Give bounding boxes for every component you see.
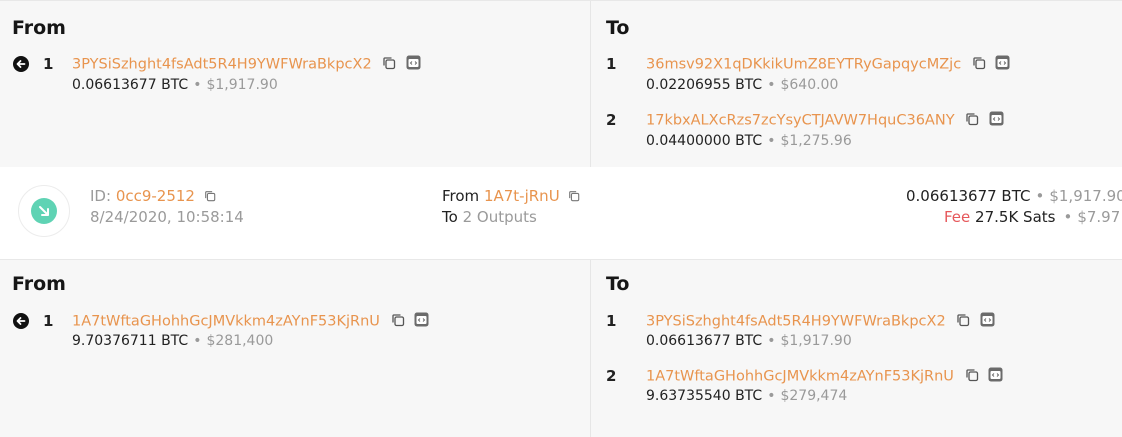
- copy-icon[interactable]: [965, 112, 979, 130]
- from-title: From: [12, 17, 66, 39]
- code-icon[interactable]: [414, 312, 429, 331]
- copy-icon[interactable]: [965, 368, 979, 386]
- tx-to-line: To 2 Outputs: [442, 208, 537, 226]
- input-unit: BTC: [161, 77, 189, 93]
- tx-summary-row[interactable]: ID: 0cc9-2512 8/24/2020, 10:58:14 From 1…: [0, 167, 1122, 260]
- output-address-link[interactable]: 1A7tWftaGHohhGcJMVkkm4zAYnF53KjRnU: [646, 367, 1003, 386]
- tx-direction-badge: [18, 185, 70, 237]
- input-amount-line: 0.06613677 BTC • $1,917.90: [72, 77, 278, 93]
- output-address-link[interactable]: 36msv92X1qDKkikUmZ8EYTRyGapqycMZjc: [646, 55, 1010, 74]
- input-usd: $281,400: [206, 333, 274, 349]
- tx-date: 8/24/2020, 10:58:14: [90, 208, 244, 226]
- input-address[interactable]: 3PYSiSzhght4fsAdt5R4H9YWFWraBkpcX2: [72, 57, 372, 73]
- arrow-left-icon: [13, 313, 29, 329]
- copy-icon[interactable]: [391, 313, 405, 331]
- output-usd: $279,474: [780, 388, 848, 404]
- input-amount-line: 9.70376711 BTC • $281,400: [72, 333, 274, 349]
- output-usd: $1,275.96: [780, 133, 852, 149]
- input-unit: BTC: [161, 333, 189, 349]
- copy-icon[interactable]: [956, 313, 970, 331]
- output-index: 2: [606, 111, 617, 129]
- copy-icon[interactable]: [204, 188, 216, 206]
- input-amount: 9.70376711: [72, 333, 157, 349]
- input-amount: 0.06613677: [72, 77, 157, 93]
- code-icon[interactable]: [980, 312, 995, 331]
- output-address[interactable]: 17kbxALXcRzs7zcYsyCTJAVW7HquC36ANY: [646, 113, 955, 129]
- tx-amount: 0.06613677 BTC: [906, 187, 1031, 205]
- output-index: 2: [606, 367, 617, 385]
- output-address-link[interactable]: 17kbxALXcRzs7zcYsyCTJAVW7HquC36ANY: [646, 111, 1004, 130]
- output-amount: 0.04400000: [646, 133, 731, 149]
- output-address[interactable]: 36msv92X1qDKkikUmZ8EYTRyGapqycMZjc: [646, 57, 961, 73]
- input-index: 1: [43, 55, 54, 73]
- tx2-io-panel: From To 1 1A7tWftaGHohhGcJMVkkm4zAYnF53K…: [0, 260, 1122, 437]
- input-address-link[interactable]: 3PYSiSzhght4fsAdt5R4H9YWFWraBkpcX2: [72, 55, 421, 74]
- output-unit: BTC: [735, 77, 763, 93]
- output-amount-line: 9.63735540 BTC • $279,474: [646, 388, 848, 404]
- output-unit: BTC: [735, 333, 763, 349]
- arrow-left-icon: [13, 56, 29, 72]
- tx-to-label: To: [442, 208, 458, 226]
- tx-fee-usd: $7.97: [1077, 208, 1121, 226]
- output-amount-line: 0.04400000 BTC • $1,275.96: [646, 133, 852, 149]
- tx-id-line: ID: 0cc9-2512: [90, 187, 216, 206]
- output-amount-line: 0.06613677 BTC • $1,917.90: [646, 333, 852, 349]
- to-title: To: [606, 273, 630, 295]
- tx-amount-usd: $1,917.90: [1049, 187, 1122, 205]
- input-address[interactable]: 1A7tWftaGHohhGcJMVkkm4zAYnF53KjRnU: [72, 314, 380, 330]
- output-amount: 0.06613677: [646, 333, 731, 349]
- tx-from-label: From: [442, 187, 480, 205]
- output-amount: 0.02206955: [646, 77, 731, 93]
- output-address[interactable]: 3PYSiSzhght4fsAdt5R4H9YWFWraBkpcX2: [646, 314, 946, 330]
- code-icon[interactable]: [995, 55, 1010, 74]
- column-divider: [590, 260, 591, 437]
- output-address[interactable]: 1A7tWftaGHohhGcJMVkkm4zAYnF53KjRnU: [646, 369, 954, 385]
- input-usd: $1,917.90: [206, 77, 278, 93]
- input-index: 1: [43, 312, 54, 330]
- code-icon[interactable]: [406, 55, 421, 74]
- output-amount-line: 0.02206955 BTC • $640.00: [646, 77, 839, 93]
- tx1-io-panel: From To 1 3PYSiSzhght4fsAdt5R4H9YWFWraBk…: [0, 0, 1122, 168]
- tx-fee-value: 27.5K Sats: [975, 208, 1056, 226]
- column-divider: [590, 1, 591, 167]
- output-unit: BTC: [735, 133, 763, 149]
- tx-id-link[interactable]: 0cc9-2512: [116, 187, 195, 205]
- output-usd: $640.00: [780, 77, 839, 93]
- output-amount: 9.63735540: [646, 388, 731, 404]
- tx-id-label: ID:: [90, 187, 112, 205]
- to-title: To: [606, 17, 630, 39]
- output-index: 1: [606, 312, 617, 330]
- tx-fee-label: Fee: [944, 208, 971, 226]
- tx-to-value: 2 Outputs: [462, 208, 537, 226]
- copy-icon[interactable]: [568, 188, 580, 206]
- tx-amount-line: 0.06613677 BTC • $1,917.90: [906, 187, 1122, 205]
- output-address-link[interactable]: 3PYSiSzhght4fsAdt5R4H9YWFWraBkpcX2: [646, 312, 995, 331]
- from-title: From: [12, 273, 66, 295]
- input-address-link[interactable]: 1A7tWftaGHohhGcJMVkkm4zAYnF53KjRnU: [72, 312, 429, 331]
- code-icon[interactable]: [988, 367, 1003, 386]
- tx-from-line: From 1A7t-jRnU: [442, 187, 580, 206]
- arrow-down-right-icon: [31, 198, 57, 224]
- code-icon[interactable]: [989, 111, 1004, 130]
- tx-fee-line: Fee 27.5K Sats • $7.97: [944, 208, 1121, 226]
- copy-icon[interactable]: [382, 56, 396, 74]
- output-index: 1: [606, 55, 617, 73]
- output-unit: BTC: [735, 388, 763, 404]
- tx-from-link[interactable]: 1A7t-jRnU: [484, 187, 560, 205]
- output-usd: $1,917.90: [780, 333, 852, 349]
- copy-icon[interactable]: [972, 56, 986, 74]
